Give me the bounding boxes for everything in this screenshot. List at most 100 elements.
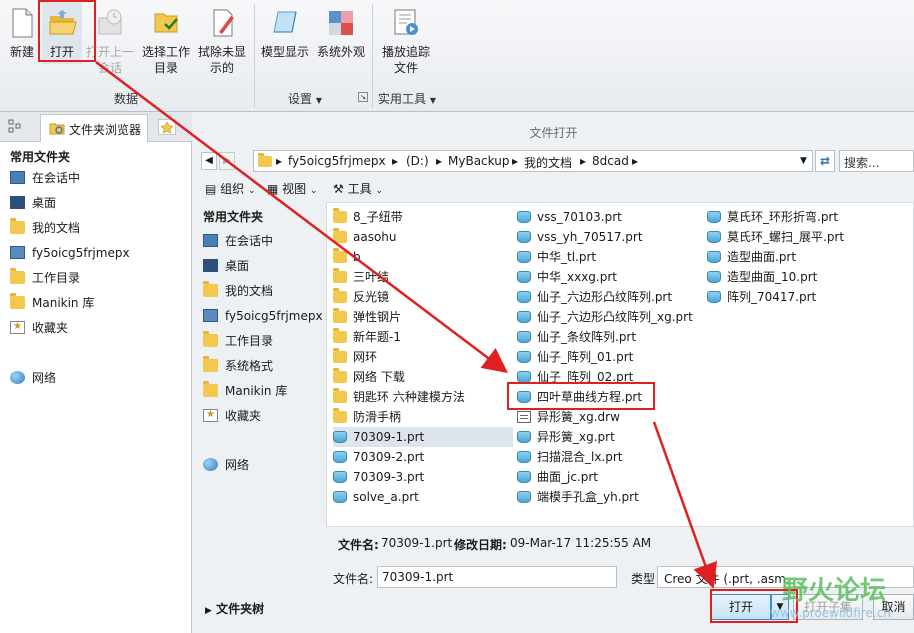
file-list-item[interactable]: 70309-2.prt bbox=[333, 447, 424, 467]
left-nav-manikin-library[interactable]: Manikin 库 bbox=[10, 293, 94, 313]
highlight-selected-file bbox=[507, 382, 655, 410]
file-list-item[interactable]: 端模手孔盒_yh.prt bbox=[517, 487, 639, 507]
file-name: 端模手孔盒_yh.prt bbox=[537, 490, 639, 504]
folder-tree-toggle[interactable]: ▶ 文件夹树 bbox=[205, 600, 264, 617]
file-list: 8_子纽带 aasohu b 三叶结反光镜 弹性钢片 新年题-1 网环 网络 下载 钥匙环 六种… bbox=[326, 202, 914, 527]
file-list-item[interactable]: 扫描混合_lx.prt bbox=[517, 447, 623, 467]
path-segment[interactable]: 8dcad bbox=[592, 154, 629, 168]
folder-icon bbox=[333, 368, 347, 383]
navigator-tabbar: 文件夹浏览器 bbox=[0, 112, 192, 142]
tools-icon: ⚒ bbox=[333, 182, 344, 196]
forward-arrow-icon: ▶ bbox=[223, 155, 231, 166]
file-list-item[interactable]: 仙子_条纹阵列.prt bbox=[517, 327, 636, 347]
file-list-item[interactable]: 网环 bbox=[333, 347, 377, 367]
dialog-nav-system-formats[interactable]: 系统格式 bbox=[203, 356, 273, 376]
file-name: 造型曲面.prt bbox=[727, 250, 797, 264]
file-list-item[interactable]: 70309-1.prt bbox=[333, 427, 513, 447]
dialog-nav-manikin-library[interactable]: Manikin 库 bbox=[203, 381, 287, 401]
left-nav-my-documents[interactable]: 我的文档 bbox=[10, 218, 80, 238]
address-bar[interactable]: ▸ fy5oicg5frjmepx ▸ (D:) ▸ MyBackup ▸ 我的… bbox=[253, 150, 813, 172]
file-list-item[interactable]: 三叶结 bbox=[333, 267, 389, 287]
tools-menu[interactable]: ⚒ 工具 ⌄ bbox=[333, 180, 383, 197]
dialog-launcher-icon[interactable]: ↘ bbox=[358, 92, 368, 102]
back-button[interactable]: ◀ bbox=[201, 152, 217, 170]
file-name: b bbox=[353, 250, 361, 264]
file-list-item[interactable]: 8_子纽带 bbox=[333, 207, 403, 227]
file-list-item[interactable]: aasohu bbox=[333, 227, 397, 247]
part-file-icon bbox=[707, 291, 721, 303]
file-list-item[interactable]: 中华_xxxg.prt bbox=[517, 267, 617, 287]
left-section-title: 常用文件夹 bbox=[10, 150, 71, 164]
file-list-item[interactable]: solve_a.prt bbox=[333, 487, 419, 507]
select-working-dir-button[interactable]: 选择工作 目录 bbox=[140, 2, 192, 76]
dialog-nav-desktop[interactable]: 桌面 bbox=[203, 256, 249, 276]
left-nav-working-dir[interactable]: 工作目录 bbox=[10, 268, 80, 288]
system-appearance-button[interactable]: 系统外观 bbox=[314, 2, 368, 60]
manikin-library-icon bbox=[10, 293, 25, 309]
refresh-button[interactable]: ⇄ bbox=[815, 150, 835, 172]
dialog-nav-working-dir[interactable]: 工作目录 bbox=[203, 331, 273, 351]
file-list-item[interactable]: 70309-3.prt bbox=[333, 467, 424, 487]
dialog-nav-network[interactable]: 网络 bbox=[203, 455, 249, 475]
part-file-icon bbox=[707, 211, 721, 223]
search-input[interactable]: 搜索... bbox=[839, 150, 914, 172]
file-list-item[interactable]: 异形簧_xg.drw bbox=[517, 407, 620, 427]
view-menu[interactable]: ▦ 视图 ⌄ bbox=[267, 180, 318, 197]
dialog-nav-my-documents[interactable]: 我的文档 bbox=[203, 281, 273, 301]
favorites-tab-icon[interactable] bbox=[158, 119, 176, 135]
system-appearance-icon bbox=[329, 11, 353, 35]
path-dropdown-icon[interactable]: ▼ bbox=[800, 156, 807, 166]
left-nav-computer[interactable]: fy5oicg5frjmepx bbox=[10, 243, 130, 263]
left-nav-desktop[interactable]: 桌面 bbox=[10, 193, 56, 213]
file-list-item[interactable]: 弹性钢片 bbox=[333, 307, 401, 327]
group-settings-label[interactable]: 设置 ▼ bbox=[288, 90, 322, 107]
left-nav-in-session[interactable]: 在会话中 bbox=[10, 168, 80, 188]
dialog-nav-in-session[interactable]: 在会话中 bbox=[203, 231, 273, 251]
file-list-item[interactable]: vss_yh_70517.prt bbox=[517, 227, 643, 247]
new-button[interactable]: 新建 bbox=[6, 2, 38, 60]
group-utilities-label[interactable]: 实用工具 ▼ bbox=[378, 90, 436, 107]
left-nav-network[interactable]: 网络 bbox=[10, 368, 56, 388]
model-tree-tab-icon[interactable] bbox=[8, 119, 22, 133]
filename-input[interactable]: 70309-1.prt bbox=[377, 566, 617, 588]
dialog-nav-computer[interactable]: fy5oicg5frjmepx bbox=[203, 306, 323, 326]
file-list-item[interactable]: 钥匙环 六种建模方法 bbox=[333, 387, 465, 407]
path-segment[interactable]: 我的文档 bbox=[524, 154, 572, 171]
file-list-item[interactable]: 莫氏环_环形折弯.prt bbox=[707, 207, 838, 227]
file-name: 异形簧_xg.drw bbox=[537, 410, 620, 424]
file-list-item[interactable]: 异形簧_xg.prt bbox=[517, 427, 615, 447]
type-label: 类型 bbox=[631, 572, 656, 586]
file-list-item[interactable]: 仙子_六边形凸纹阵列.prt bbox=[517, 287, 672, 307]
info-date-value: 09-Mar-17 11:25:55 AM bbox=[510, 536, 652, 550]
tab-folder-browser[interactable]: 文件夹浏览器 bbox=[40, 114, 149, 142]
file-list-item[interactable]: 仙子_阵列_01.prt bbox=[517, 347, 633, 367]
file-list-item[interactable]: 仙子_六边形凸纹阵列_xg.prt bbox=[517, 307, 693, 327]
part-file-icon bbox=[517, 351, 531, 363]
path-segment[interactable]: MyBackup bbox=[448, 154, 509, 168]
forward-button[interactable]: ▶ bbox=[219, 152, 235, 170]
file-list-item[interactable]: b bbox=[333, 247, 361, 267]
file-list-item[interactable]: 防滑手柄 bbox=[333, 407, 401, 427]
path-segment[interactable]: (D:) bbox=[406, 154, 429, 168]
file-list-item[interactable]: 阵列_70417.prt bbox=[707, 287, 816, 307]
file-list-item[interactable]: 造型曲面_10.prt bbox=[707, 267, 817, 287]
left-nav-favorites[interactable]: ★ 收藏夹 bbox=[10, 318, 68, 338]
play-trail-file-button[interactable]: 播放追踪 文件 bbox=[378, 2, 434, 76]
part-file-icon bbox=[517, 331, 531, 343]
file-list-item[interactable]: 网络 下载 bbox=[333, 367, 405, 387]
file-list-item[interactable]: 造型曲面.prt bbox=[707, 247, 796, 267]
file-list-item[interactable]: 莫氏环_螺扫_展平.prt bbox=[707, 227, 844, 247]
file-list-item[interactable]: 中华_tl.prt bbox=[517, 247, 596, 267]
file-list-item[interactable]: vss_70103.prt bbox=[517, 207, 622, 227]
folder-icon bbox=[333, 268, 347, 283]
folder-icon bbox=[333, 208, 347, 223]
erase-not-displayed-button[interactable]: 拭除未显 示的 bbox=[196, 2, 248, 76]
file-list-item[interactable]: 曲面_jc.prt bbox=[517, 467, 598, 487]
path-segment[interactable]: fy5oicg5frjmepx bbox=[288, 154, 386, 168]
file-list-item[interactable]: 新年题-1 bbox=[333, 327, 401, 347]
file-name: 三叶结 bbox=[353, 270, 390, 284]
model-display-button[interactable]: 模型显示 bbox=[258, 2, 312, 60]
organize-menu[interactable]: ▤ 组织 ⌄ bbox=[205, 180, 256, 197]
dialog-nav-favorites[interactable]: ★ 收藏夹 bbox=[203, 406, 261, 426]
file-list-item[interactable]: 反光镜 bbox=[333, 287, 389, 307]
